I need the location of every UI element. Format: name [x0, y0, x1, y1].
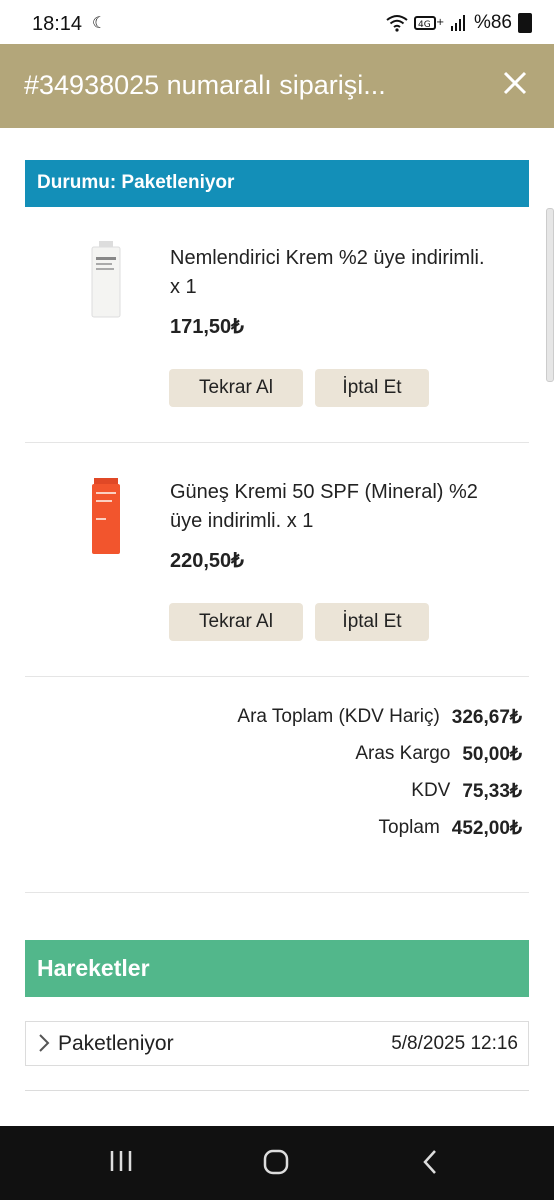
battery-icon: [518, 13, 532, 33]
clock: 18:14: [32, 13, 83, 35]
status-icons: 4G + %86: [386, 12, 532, 34]
totals-row-tax: KDV 75,33₺: [237, 780, 522, 817]
subtotal-value: 326,67₺: [451, 707, 522, 728]
product-price: 171,50₺: [170, 316, 244, 338]
divider: [25, 892, 529, 893]
product-name: Güneş Kremi 50 SPF (Mineral) %2 üye indi…: [170, 481, 478, 532]
order-item: Güneş Kremi 50 SPF (Mineral) %2 üye indi…: [25, 478, 529, 658]
back-icon[interactable]: [420, 1148, 440, 1176]
product-image: [92, 478, 120, 554]
system-nav-bar: [0, 1126, 554, 1200]
reorder-button[interactable]: Tekrar Al: [169, 603, 303, 641]
divider: [25, 676, 529, 677]
history-header: Hareketler: [25, 940, 529, 997]
order-status-banner: Durumu: Paketleniyor: [25, 160, 529, 207]
system-status-bar: 18:14 ☾ 4G + %86: [0, 0, 554, 44]
chevron-right-icon: [39, 1034, 50, 1052]
history-status: Paketleniyor: [58, 1032, 174, 1055]
divider: [25, 442, 529, 443]
close-icon[interactable]: [500, 68, 530, 98]
reorder-button[interactable]: Tekrar Al: [169, 369, 303, 407]
cancel-button[interactable]: İptal Et: [315, 369, 429, 407]
order-item: Nemlendirici Krem %2 üye indirimli. x 1 …: [25, 241, 529, 424]
total-value: 452,00₺: [451, 818, 522, 839]
signal-icon: [450, 15, 465, 31]
totals-row-shipping: Aras Kargo 50,00₺: [237, 743, 522, 780]
svg-text:+: +: [436, 17, 444, 28]
product-price: 220,50₺: [170, 550, 244, 572]
moon-icon: ☾: [92, 15, 107, 32]
tax-value: 75,33₺: [462, 781, 522, 802]
battery-percent: %86: [473, 12, 512, 33]
history-date: 5/8/2025 12:16: [391, 1033, 518, 1054]
svg-text:4G: 4G: [418, 20, 431, 30]
cancel-button[interactable]: İptal Et: [315, 603, 429, 641]
modal-header: #34938025 numaralı siparişi...: [0, 44, 554, 128]
tax-label: KDV: [411, 780, 451, 801]
wifi-icon: [386, 15, 408, 32]
totals-row-total: Toplam 452,00₺: [237, 817, 522, 854]
subtotal-label: Ara Toplam (KDV Hariç): [237, 706, 440, 727]
total-label: Toplam: [378, 817, 440, 838]
home-icon[interactable]: [262, 1148, 290, 1176]
order-detail-content[interactable]: Durumu: Paketleniyor Nemlendirici Krem %…: [0, 128, 554, 1126]
page-title: #34938025 numaralı siparişi...: [24, 70, 386, 100]
history-row-partial: [25, 1090, 529, 1091]
totals-row-subtotal: Ara Toplam (KDV Hariç) 326,67₺: [237, 706, 522, 743]
recent-apps-icon[interactable]: [108, 1148, 134, 1174]
shipping-value: 50,00₺: [462, 744, 522, 765]
history-row[interactable]: Paketleniyor 5/8/2025 12:16: [25, 1021, 529, 1066]
product-name: Nemlendirici Krem %2 üye indirimli. x 1: [170, 247, 485, 298]
product-image: [91, 241, 121, 318]
shipping-label: Aras Kargo: [355, 743, 451, 764]
volte-icon: 4G +: [413, 16, 444, 30]
order-totals: Ara Toplam (KDV Hariç) 326,67₺ Aras Karg…: [237, 706, 522, 854]
scrollbar[interactable]: [546, 208, 554, 382]
